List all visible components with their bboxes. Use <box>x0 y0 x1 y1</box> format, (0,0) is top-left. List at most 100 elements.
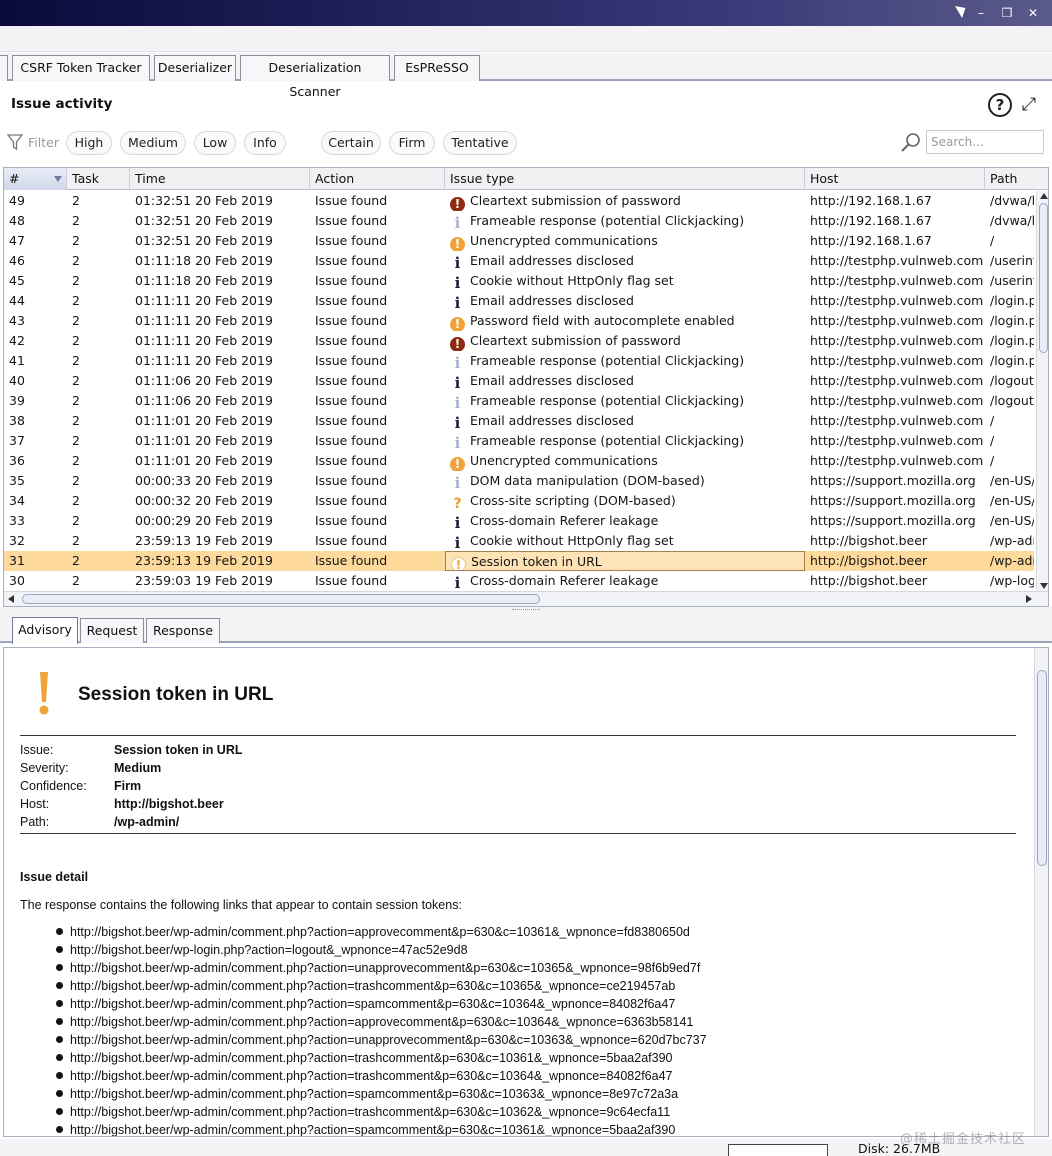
restore-button[interactable]: ❐ <box>996 4 1018 22</box>
filter-chip-firm[interactable]: Firm <box>389 131 435 155</box>
cell-host: http://192.168.1.67 <box>810 213 932 228</box>
session-token-link[interactable]: http://bigshot.beer/wp-admin/comment.php… <box>70 925 690 939</box>
table-row[interactable]: 48 2 01:32:51 20 Feb 2019 Issue found i Frame… <box>4 211 1034 231</box>
session-token-link[interactable]: http://bigshot.beer/wp-admin/comment.php… <box>70 1051 673 1065</box>
cell-number: 37 <box>9 433 25 448</box>
filter-chip-low[interactable]: Low <box>194 131 236 155</box>
cell-time: 01:11:11 20 Feb 2019 <box>135 293 273 308</box>
scroll-right-icon[interactable] <box>1026 595 1032 603</box>
column-header-time[interactable]: Time <box>130 168 310 190</box>
cell-path: / <box>990 413 995 428</box>
table-row[interactable]: 45 2 01:11:18 20 Feb 2019 Issue found i Cooki… <box>4 271 1034 291</box>
filter-chip-tentative[interactable]: Tentative <box>443 131 517 155</box>
tab-request[interactable]: Request <box>80 618 144 643</box>
scroll-down-icon[interactable] <box>1040 583 1048 589</box>
table-vertical-scrollbar[interactable] <box>1036 191 1048 591</box>
column-header-number[interactable]: # <box>4 168 67 190</box>
table-row[interactable]: 49 2 01:32:51 20 Feb 2019 Issue found! Clear… <box>4 191 1034 211</box>
filter-chip-certain[interactable]: Certain <box>321 131 381 155</box>
scroll-thumb[interactable] <box>1039 203 1048 353</box>
table-row[interactable]: 39 2 01:11:06 20 Feb 2019 Issue found i Frame… <box>4 391 1034 411</box>
table-row[interactable]: 41 2 01:11:11 20 Feb 2019 Issue found i Frame… <box>4 351 1034 371</box>
cell-task: 2 <box>72 533 80 548</box>
expand-icon[interactable]: ⤢ <box>1018 94 1040 116</box>
table-row[interactable]: 30 2 23:59:03 19 Feb 2019 Issue found i Cross… <box>4 571 1034 591</box>
tab-espresso[interactable]: EsPReSSO <box>394 55 480 81</box>
table-row[interactable]: 32 2 23:59:13 19 Feb 2019 Issue found i Cooki… <box>4 531 1034 551</box>
filter-chip-high[interactable]: High <box>66 131 112 155</box>
session-token-link[interactable]: http://bigshot.beer/wp-admin/comment.php… <box>70 1033 707 1047</box>
minimize-button[interactable]: – <box>970 4 992 22</box>
window-title-bar: – ❐ ✕ <box>0 0 1052 26</box>
tab-csrf-token-tracker[interactable]: CSRF Token Tracker <box>12 55 150 81</box>
cell-action: Issue found <box>315 493 388 508</box>
meta-label: Issue: <box>20 743 54 757</box>
cell-number: 41 <box>9 353 25 368</box>
help-icon[interactable]: ? <box>988 93 1012 117</box>
column-header-host[interactable]: Host <box>805 168 985 190</box>
tab-deserialization-scanner[interactable]: Deserialization Scanner <box>240 55 390 99</box>
cell-host: https://support.mozilla.org <box>810 513 976 528</box>
issue-type-label: Cleartext submission of password <box>470 193 681 208</box>
session-token-link[interactable]: http://bigshot.beer/wp-admin/comment.php… <box>70 1123 675 1136</box>
pane-splitter[interactable] <box>0 607 1052 615</box>
table-row[interactable]: 40 2 01:11:06 20 Feb 2019 Issue found i Email… <box>4 371 1034 391</box>
session-token-link[interactable]: http://bigshot.beer/wp-login.php?action=… <box>70 943 468 957</box>
tab-response[interactable]: Response <box>146 618 220 643</box>
cell-number: 30 <box>9 573 25 588</box>
advisory-scroll-thumb[interactable] <box>1037 670 1047 866</box>
table-row[interactable]: 36 2 01:11:01 20 Feb 2019 Issue found! Unenc… <box>4 451 1034 471</box>
filter-chip-medium[interactable]: Medium <box>120 131 186 155</box>
tab-overflow[interactable] <box>0 55 8 81</box>
cell-issue-type: ! Cleartext submission of password <box>445 331 805 351</box>
scroll-thumb-horizontal[interactable] <box>22 594 540 604</box>
session-token-link[interactable]: http://bigshot.beer/wp-admin/comment.php… <box>70 979 675 993</box>
issue-type-label: Frameable response (potential Clickjacki… <box>470 393 745 408</box>
table-horizontal-scrollbar[interactable] <box>4 591 1048 606</box>
cell-task: 2 <box>72 433 80 448</box>
table-row[interactable]: 31 2 23:59:13 19 Feb 2019 Issue found! Sessi… <box>4 551 1034 571</box>
scroll-left-icon[interactable] <box>8 595 14 603</box>
cell-task: 2 <box>72 393 80 408</box>
scroll-up-icon[interactable] <box>1040 193 1048 199</box>
column-header-action[interactable]: Action <box>310 168 445 190</box>
table-row[interactable]: 47 2 01:32:51 20 Feb 2019 Issue found! Unenc… <box>4 231 1034 251</box>
cell-time: 23:59:13 19 Feb 2019 <box>135 533 273 548</box>
table-row[interactable]: 46 2 01:11:18 20 Feb 2019 Issue found i Email… <box>4 251 1034 271</box>
tab-deserializer[interactable]: Deserializer <box>154 55 236 81</box>
column-header-task[interactable]: Task <box>67 168 130 190</box>
table-row[interactable]: 42 2 01:11:11 20 Feb 2019 Issue found! Clear… <box>4 331 1034 351</box>
cell-host: http://testphp.vulnweb.com <box>810 313 984 328</box>
filter-label[interactable]: Filter <box>28 135 59 150</box>
table-row[interactable]: 43 2 01:11:11 20 Feb 2019 Issue found! Passw… <box>4 311 1034 331</box>
cell-path: /login.p <box>990 353 1034 368</box>
advisory-vertical-scrollbar[interactable] <box>1034 648 1048 1136</box>
cell-task: 2 <box>72 493 80 508</box>
tab-advisory[interactable]: Advisory <box>12 617 78 644</box>
issue-type-label: Cleartext submission of password <box>470 333 681 348</box>
table-row[interactable]: 34 2 00:00:32 20 Feb 2019 Issue found? Cross… <box>4 491 1034 511</box>
column-header-issue-type[interactable]: Issue type <box>445 168 805 190</box>
cell-action: Issue found <box>315 253 388 268</box>
session-token-link[interactable]: http://bigshot.beer/wp-admin/comment.php… <box>70 1105 670 1119</box>
close-button[interactable]: ✕ <box>1022 4 1044 22</box>
table-row[interactable]: 37 2 01:11:01 20 Feb 2019 Issue found i Frame… <box>4 431 1034 451</box>
bullet-icon <box>56 1000 63 1007</box>
session-token-link[interactable]: http://bigshot.beer/wp-admin/comment.php… <box>70 961 700 975</box>
session-token-link[interactable]: http://bigshot.beer/wp-admin/comment.php… <box>70 997 675 1011</box>
filter-chip-info[interactable]: Info <box>244 131 286 155</box>
filter-icon[interactable] <box>7 133 23 151</box>
cell-issue-type: i Frameable response (potential Clickjack… <box>445 351 805 371</box>
search-input[interactable] <box>926 130 1044 154</box>
table-row[interactable]: 44 2 01:11:11 20 Feb 2019 Issue found i Email… <box>4 291 1034 311</box>
session-token-link[interactable]: http://bigshot.beer/wp-admin/comment.php… <box>70 1015 693 1029</box>
sort-descending-icon <box>54 176 62 182</box>
column-header-path[interactable]: Path <box>985 168 1048 190</box>
table-row[interactable]: 35 2 00:00:33 20 Feb 2019 Issue found i DOM d… <box>4 471 1034 491</box>
splitter-grip[interactable] <box>512 609 540 612</box>
table-row[interactable]: 33 2 00:00:29 20 Feb 2019 Issue found i Cross… <box>4 511 1034 531</box>
table-row[interactable]: 38 2 01:11:01 20 Feb 2019 Issue found i Email… <box>4 411 1034 431</box>
session-token-link[interactable]: http://bigshot.beer/wp-admin/comment.php… <box>70 1087 678 1101</box>
status-bar: Disk: 26.7MB <box>0 1139 1052 1156</box>
session-token-link[interactable]: http://bigshot.beer/wp-admin/comment.php… <box>70 1069 673 1083</box>
